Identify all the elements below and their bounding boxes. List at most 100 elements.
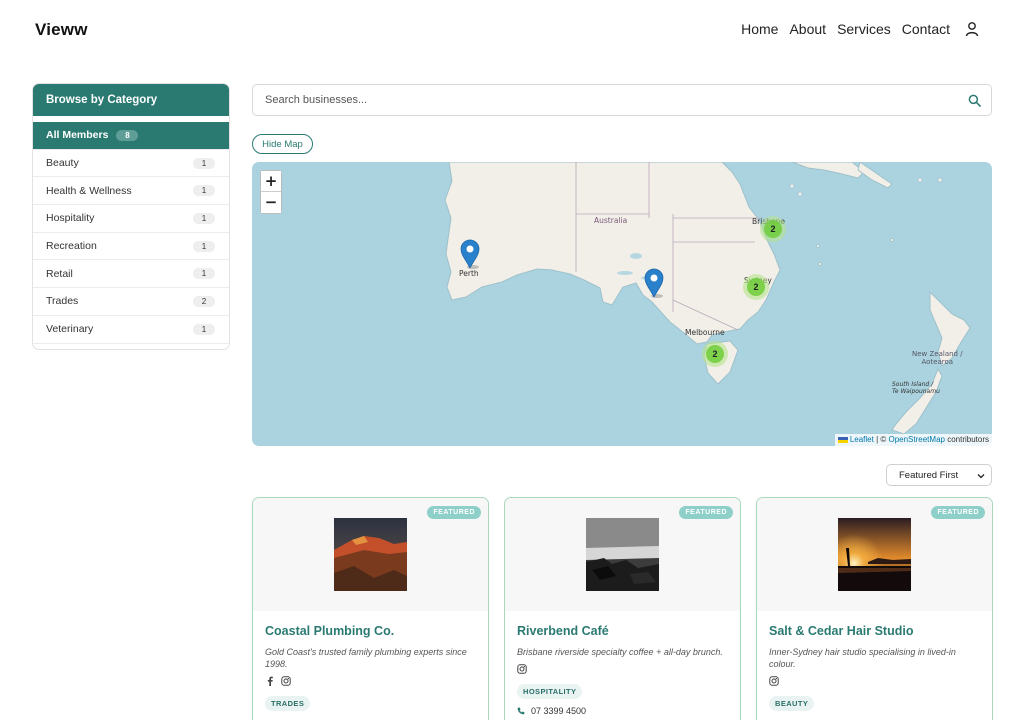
nz-label-line1: New Zealand / [912, 350, 963, 358]
business-description: Inner-Sydney hair studio specialising in… [769, 647, 956, 669]
cluster-count: 2 [747, 278, 765, 296]
business-image[interactable] [334, 518, 407, 591]
card-body: Riverbend Café Brisbane riverside specia… [505, 611, 740, 716]
zoom-controls: + − [260, 170, 282, 214]
business-card[interactable]: FEATURED Coastal Plumbing Co. Gold Coast… [252, 497, 489, 720]
site-header: Vieww Home About Services Contact [0, 0, 1024, 62]
business-card[interactable]: FEATURED Salt & Cedar Hair Studio Inner-… [756, 497, 993, 720]
business-image[interactable] [838, 518, 911, 591]
social-links [769, 674, 980, 688]
category-label: Retail [46, 267, 73, 280]
phone-icon [517, 707, 525, 715]
map-tiles [444, 162, 971, 435]
category-count: 1 [193, 157, 215, 169]
business-description: Brisbane riverside specialty coffee + al… [517, 647, 723, 657]
category-beauty[interactable]: Beauty 1 [33, 150, 229, 178]
sort-select[interactable]: Featured First [886, 464, 992, 486]
category-all-members[interactable]: All Members 8 [33, 122, 229, 150]
nav-services[interactable]: Services [837, 21, 891, 37]
map-cluster-tasmania[interactable]: 2 [702, 341, 728, 367]
map-label-melbourne: Melbourne [685, 328, 725, 337]
sidebar-title: Browse by Category [33, 84, 229, 116]
category-list: All Members 8 Beauty 1 Health & Wellness… [33, 116, 229, 344]
business-name[interactable]: Riverbend Café [517, 624, 728, 638]
instagram-icon[interactable] [281, 676, 291, 686]
category-sidebar: Browse by Category All Members 8 Beauty … [32, 83, 230, 350]
attribution-suffix: contributors [944, 435, 989, 444]
card-image-area: FEATURED [505, 498, 740, 611]
map-label-australia: Australia [594, 216, 628, 225]
category-label: Health & Wellness [46, 184, 132, 197]
social-links [517, 662, 728, 676]
card-body: Coastal Plumbing Co. Gold Coast's truste… [253, 611, 488, 718]
map-view[interactable]: + − Australia Perth Melbourne Brisbane S… [252, 162, 992, 446]
category-tag[interactable]: BEAUTY [769, 696, 815, 711]
map-label-south-island: South Island / Te Waipounamu [892, 381, 940, 395]
map-cluster-brisbane[interactable]: 2 [760, 216, 786, 242]
category-count: 1 [193, 240, 215, 252]
business-name[interactable]: Salt & Cedar Hair Studio [769, 624, 980, 638]
card-image-area: FEATURED [757, 498, 992, 611]
attribution-separator: | © [873, 435, 889, 444]
leaflet-link[interactable]: Leaflet [850, 435, 874, 444]
facebook-icon[interactable] [265, 676, 275, 686]
category-label: Recreation [46, 240, 97, 253]
category-label: Veterinary [46, 323, 94, 336]
chevron-down-icon [977, 474, 985, 479]
business-image[interactable] [586, 518, 659, 591]
nz-label-line2: Aotearoa [921, 358, 954, 366]
category-label: All Members [46, 129, 109, 142]
category-health-wellness[interactable]: Health & Wellness 1 [33, 177, 229, 206]
business-card[interactable]: FEATURED Riverbend Café Brisbane riversi… [504, 497, 741, 720]
category-count: 1 [193, 268, 215, 280]
category-count: 2 [193, 295, 215, 307]
si-label-line2: Te Waipounamu [892, 388, 940, 395]
map-cluster-sydney[interactable]: 2 [743, 274, 769, 300]
cluster-count: 2 [764, 220, 782, 238]
category-label: Hospitality [46, 212, 95, 225]
zoom-out-button[interactable]: − [261, 192, 281, 213]
social-links [265, 674, 476, 688]
zoom-in-button[interactable]: + [261, 171, 281, 192]
category-tag[interactable]: HOSPITALITY [517, 684, 583, 699]
phone-row[interactable]: 07 3399 4500 [517, 706, 728, 716]
featured-badge: FEATURED [931, 506, 985, 519]
category-count: 1 [193, 323, 215, 335]
nav-home[interactable]: Home [741, 21, 778, 37]
category-recreation[interactable]: Recreation 1 [33, 233, 229, 261]
category-label: Trades [46, 295, 79, 308]
category-count: 1 [193, 212, 215, 224]
category-count: 1 [193, 185, 215, 197]
sort-selected-value: Featured First [899, 469, 959, 481]
search-bar [252, 84, 992, 116]
card-body: Salt & Cedar Hair Studio Inner-Sydney ha… [757, 611, 992, 718]
map-marker-adelaide[interactable] [644, 268, 664, 298]
map-marker-perth[interactable] [460, 239, 480, 269]
category-hospitality[interactable]: Hospitality 1 [33, 205, 229, 233]
hide-map-button[interactable]: Hide Map [252, 134, 313, 154]
featured-badge: FEATURED [679, 506, 733, 519]
category-veterinary[interactable]: Veterinary 1 [33, 316, 229, 344]
nav-contact[interactable]: Contact [902, 21, 950, 37]
business-description: Gold Coast's trusted family plumbing exp… [265, 647, 467, 669]
featured-badge: FEATURED [427, 506, 481, 519]
card-image-area: FEATURED [253, 498, 488, 611]
map-attribution: Leaflet | © OpenStreetMap contributors [834, 434, 992, 446]
search-input[interactable] [253, 85, 943, 115]
ukraine-flag-icon [837, 436, 848, 443]
nav-about[interactable]: About [789, 21, 826, 37]
category-trades[interactable]: Trades 2 [33, 288, 229, 316]
map-label-perth: Perth [459, 269, 479, 278]
category-tag[interactable]: TRADES [265, 696, 311, 711]
category-label: Beauty [46, 157, 79, 170]
category-retail[interactable]: Retail 1 [33, 260, 229, 289]
instagram-icon[interactable] [517, 664, 527, 674]
osm-link[interactable]: OpenStreetMap [888, 435, 944, 444]
business-name[interactable]: Coastal Plumbing Co. [265, 624, 476, 638]
instagram-icon[interactable] [769, 676, 779, 686]
user-icon[interactable] [964, 21, 980, 37]
logo[interactable]: Vieww [35, 20, 88, 40]
main-nav: Home About Services Contact [741, 21, 980, 37]
search-icon[interactable] [968, 94, 981, 107]
cluster-count: 2 [706, 345, 724, 363]
